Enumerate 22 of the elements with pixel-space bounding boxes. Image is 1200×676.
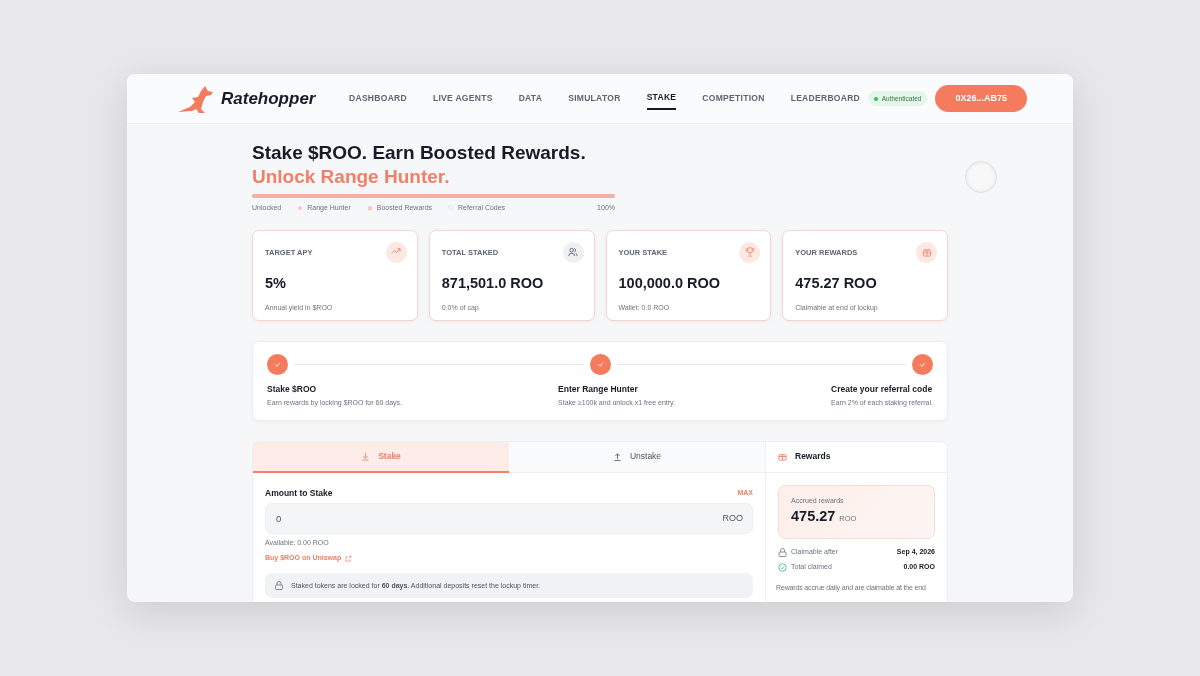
panel-title: Rewards	[795, 450, 831, 463]
nav-link[interactable]: SIMULATOR	[568, 88, 621, 109]
unit-label: ROO	[722, 512, 743, 526]
nav-link[interactable]: LIVE AGENTS	[432, 88, 493, 109]
stat-value: 475.27 ROO	[795, 273, 878, 293]
nav-link[interactable]: COMPETITION	[702, 88, 765, 109]
nav-link[interactable]: STAKE	[646, 87, 677, 110]
stat-value: 5%	[265, 273, 287, 293]
field-label: Amount to Stake	[265, 486, 333, 500]
stat-value: 871,501.0 ROO	[441, 273, 545, 293]
page-subtitle: Unlock Range Hunter.	[252, 165, 451, 189]
page-title: Stake $ROO. Earn Boosted Rewards.	[252, 141, 587, 165]
tab[interactable]: Unstake	[509, 441, 765, 473]
brand-name: Ratehopper	[221, 87, 316, 110]
stat-value: 100,000.0 ROO	[618, 273, 722, 293]
step-title: Enter Range Hunter	[558, 382, 639, 396]
accrued-amount: 475.27	[791, 507, 836, 526]
nav-link[interactable]: DASHBOARD	[349, 88, 407, 109]
step-title: Create your referral code	[831, 382, 933, 396]
step-title: Stake $ROO	[267, 382, 318, 396]
nav-link[interactable]: LEADERBOARD	[790, 88, 861, 109]
nav-link[interactable]: DATA	[518, 88, 543, 109]
